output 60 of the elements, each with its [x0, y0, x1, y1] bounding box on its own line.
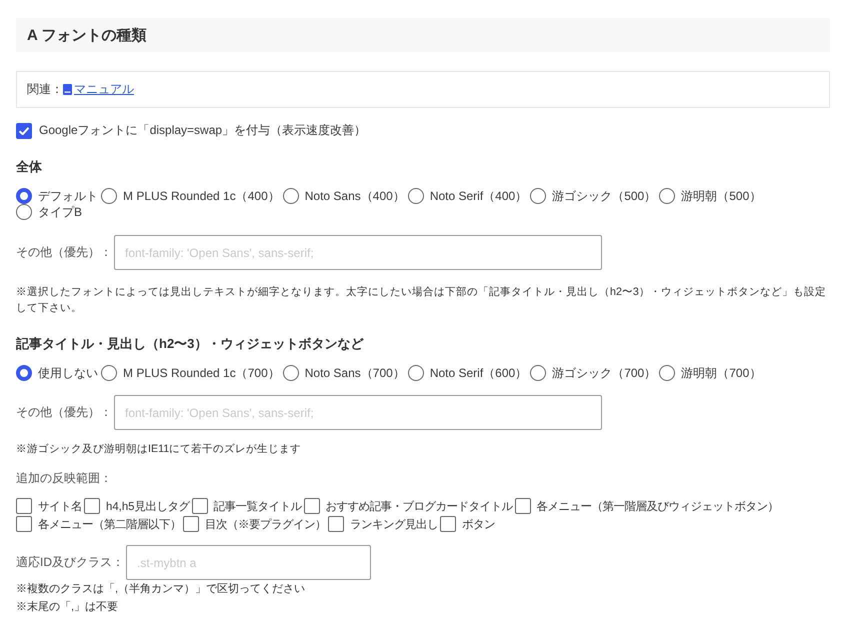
font-radio-option[interactable]: Noto Sans（400）	[282, 188, 405, 204]
font-radio-option[interactable]: タイプB	[16, 204, 82, 220]
checkbox[interactable]	[183, 516, 199, 532]
checkbox[interactable]	[440, 516, 456, 532]
group-title: 全体	[16, 158, 43, 176]
radio-button[interactable]	[16, 188, 32, 204]
radio-button[interactable]	[530, 365, 546, 381]
radio-button[interactable]	[16, 204, 32, 220]
manual-link[interactable]: マニュアル	[74, 81, 134, 98]
note-text: ※複数のクラスは「,（半角カンマ）」で区切ってください	[16, 582, 306, 597]
radio-button[interactable]	[659, 188, 676, 204]
font-radio-option[interactable]: 使用しない	[16, 365, 98, 381]
font-radio-option[interactable]: M PLUS Rounded 1c（400）	[101, 188, 280, 204]
checkbox[interactable]	[16, 516, 32, 532]
font-radio-option[interactable]: 游明朝（500）	[659, 188, 762, 204]
radio-button[interactable]	[659, 365, 676, 381]
scope-option[interactable]: 記事一覧タイトル	[192, 498, 302, 514]
radio-button[interactable]	[282, 365, 299, 381]
checkbox[interactable]	[304, 498, 320, 514]
radio-button[interactable]	[530, 188, 546, 204]
field-label: 適応ID及びクラス：	[16, 554, 124, 571]
font-radio-option[interactable]: 游ゴシック（500）	[530, 188, 656, 204]
scope-label: 追加の反映範囲：	[16, 470, 113, 486]
scope-option[interactable]: ボタン	[440, 516, 495, 532]
scope-option[interactable]: h4,h5見出しタグ	[84, 498, 190, 514]
radio-button[interactable]	[408, 365, 424, 381]
group-title: 記事タイトル・見出し（h2〜3）・ウィジェットボタンなど	[16, 335, 364, 353]
related-label: 関連：	[27, 81, 63, 98]
note-text: ※末尾の「,」は不要	[16, 600, 120, 615]
checkbox[interactable]	[328, 516, 344, 532]
scope-option[interactable]: 各メニュー（第二階層以下）	[16, 516, 181, 532]
section-title: A フォントの種類	[27, 26, 146, 44]
checkbox[interactable]	[16, 498, 32, 514]
field-label: その他（優先）：	[16, 244, 112, 261]
note-text: ※選択したフォントによっては見出しテキストが細字となります。太字にしたい場合は下部の「記事タイトル・見出し（h2〜3）・ウィジェットボタンなど」も設定して下さい。	[16, 285, 827, 316]
scope-option[interactable]: サイト名	[16, 498, 82, 514]
radio-button[interactable]	[408, 188, 424, 204]
font-radio-option[interactable]: 游明朝（700）	[659, 365, 762, 381]
font-radio-option[interactable]: Noto Serif（400）	[408, 188, 528, 204]
scope-option[interactable]: 目次（※要プラグイン）	[183, 516, 326, 532]
scope-option[interactable]: 各メニュー（第一階層及びウィジェットボタン）	[514, 498, 779, 514]
note-text: ※游ゴシック及び游明朝はIE11にて若干のズレが生じます	[16, 442, 302, 457]
scope-option[interactable]: おすすめ記事・ブログカードタイトル	[304, 498, 513, 514]
font-radio-option[interactable]: 游ゴシック（700）	[530, 365, 656, 381]
radio-button[interactable]	[101, 365, 117, 381]
book-icon	[63, 84, 72, 95]
display-swap-option[interactable]: Googleフォントに「display=swap」を付与（表示速度改善）	[16, 122, 830, 139]
scope-option[interactable]: ランキング見出し	[328, 516, 438, 532]
font-radio-option[interactable]: M PLUS Rounded 1c（700）	[101, 365, 280, 381]
radio-button[interactable]	[282, 188, 299, 204]
radio-button[interactable]	[16, 365, 32, 381]
font-radio-option[interactable]: Noto Serif（600）	[408, 365, 528, 381]
font-radio-option[interactable]: Noto Sans（700）	[282, 365, 405, 381]
checkbox[interactable]	[84, 498, 100, 514]
radio-button[interactable]	[101, 188, 117, 204]
checkmark-icon	[19, 126, 29, 134]
field-label: その他（優先）：	[16, 404, 112, 421]
checkbox[interactable]	[192, 498, 208, 514]
checkbox[interactable]	[16, 122, 32, 138]
checkbox[interactable]	[514, 498, 531, 514]
